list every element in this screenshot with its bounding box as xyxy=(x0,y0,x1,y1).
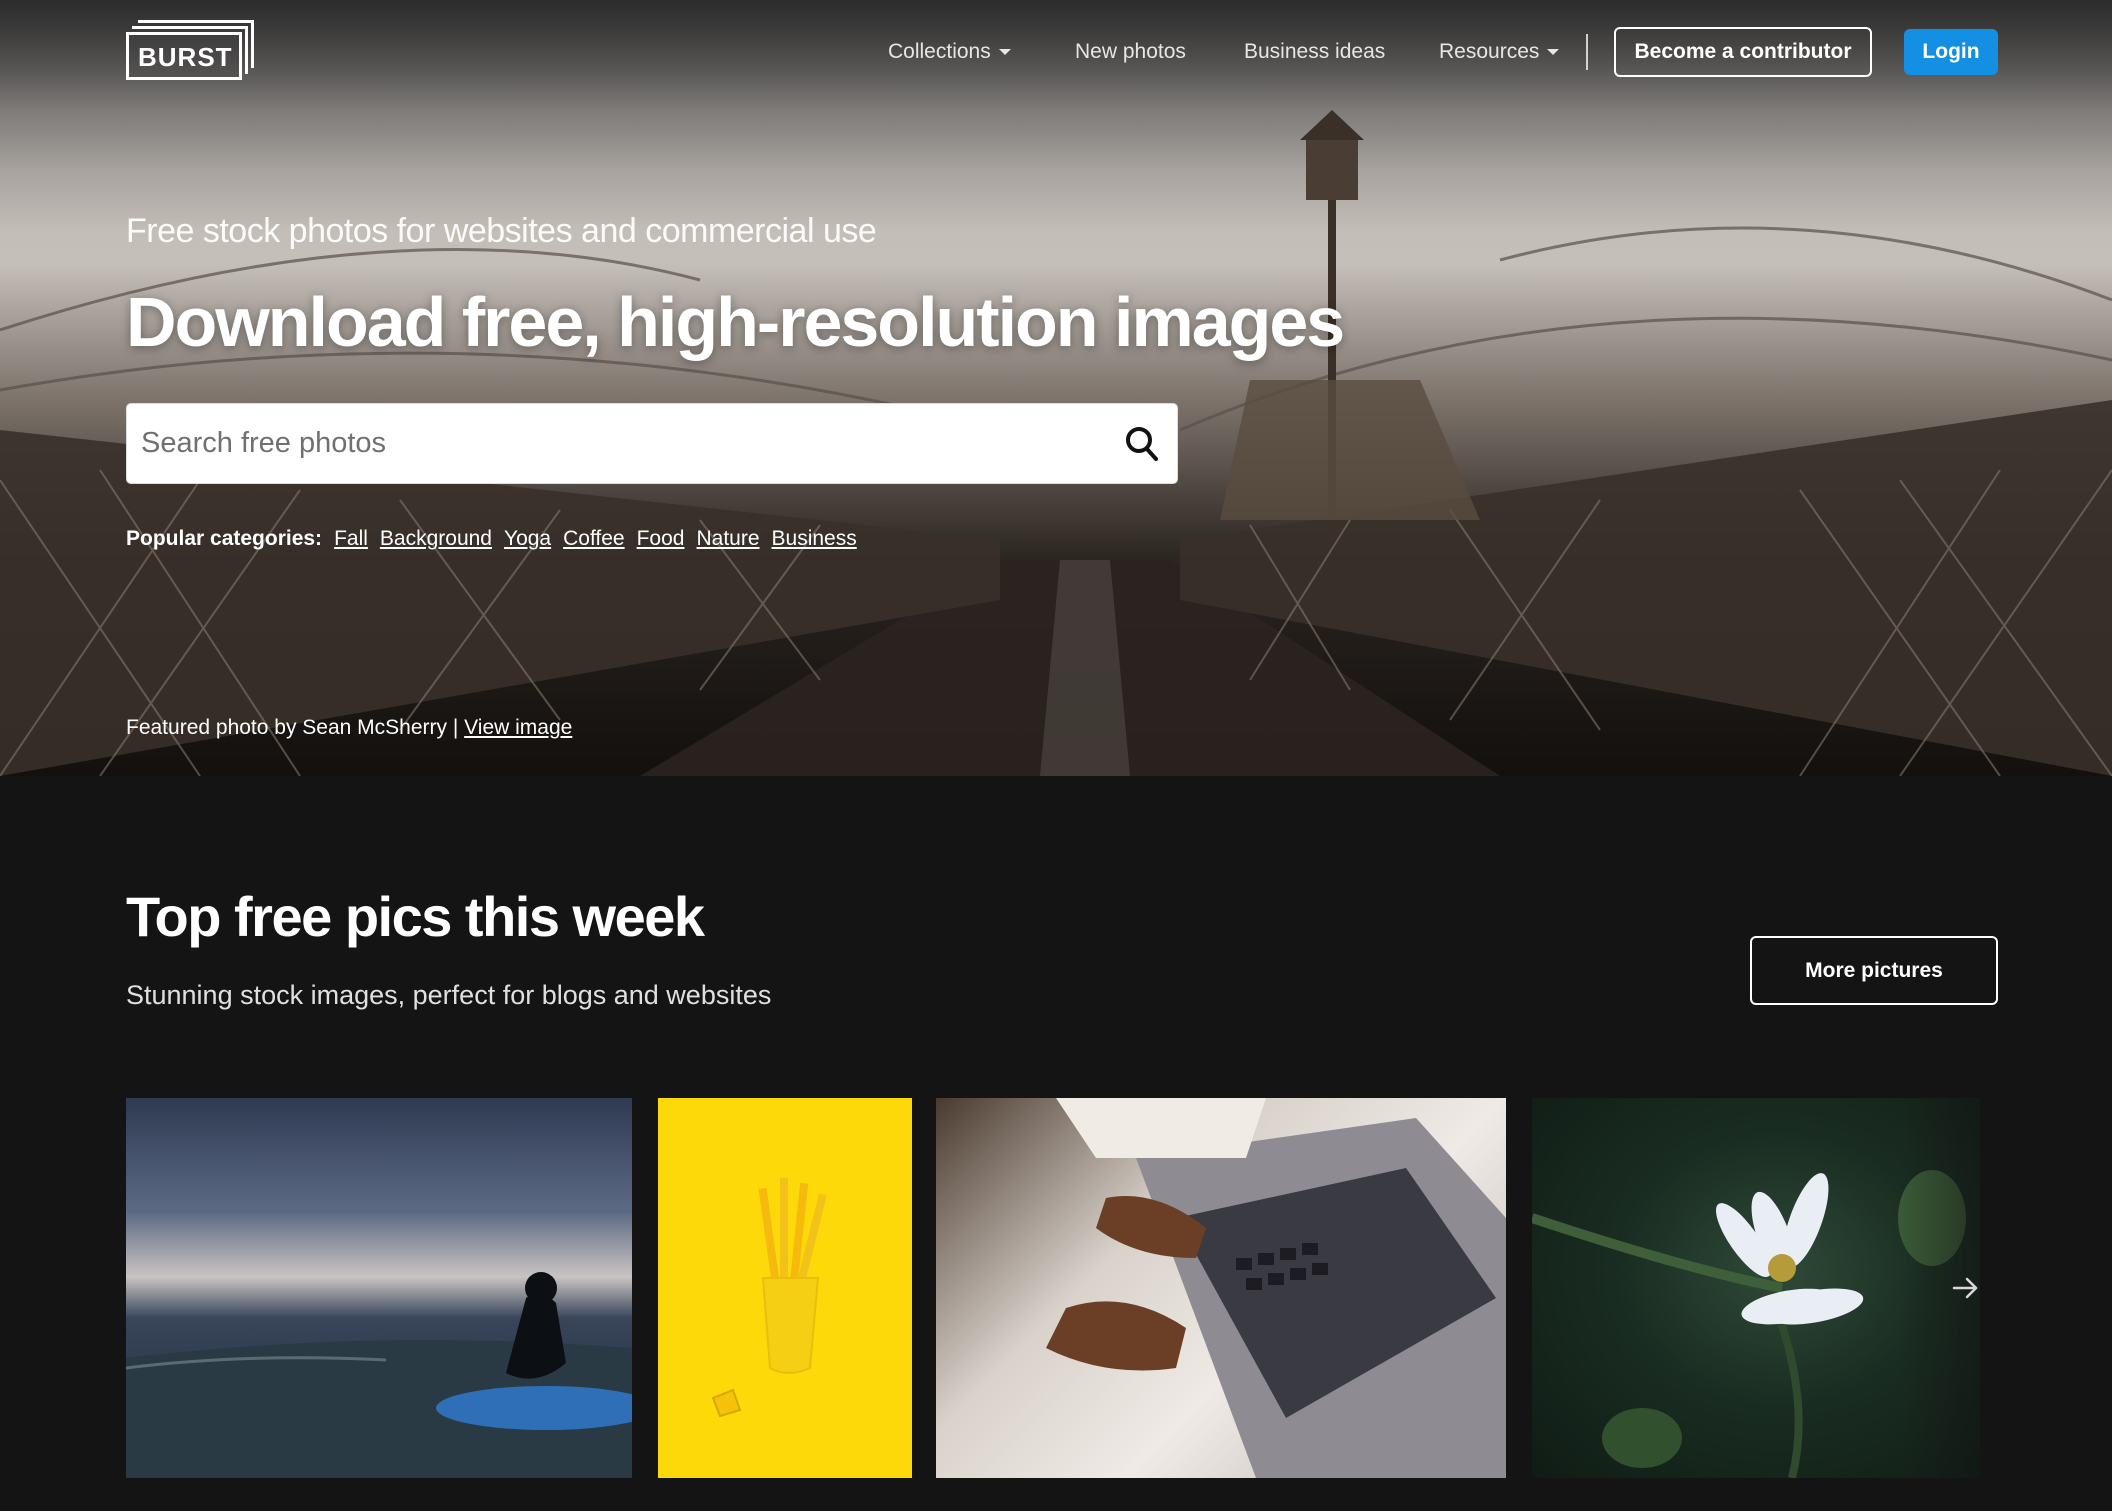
login-button[interactable]: Login xyxy=(1904,29,1998,75)
category-link-coffee[interactable]: Coffee xyxy=(563,527,625,551)
category-link-yoga[interactable]: Yoga xyxy=(504,527,551,551)
category-link-business[interactable]: Business xyxy=(772,527,857,551)
featured-credit-text: Featured photo by Sean McSherry | xyxy=(126,716,459,739)
section-title: Top free pics this week xyxy=(126,885,705,948)
category-link-background[interactable]: Background xyxy=(380,527,492,551)
category-link-fall[interactable]: Fall xyxy=(334,527,368,551)
nav-collections-label: Collections xyxy=(888,40,991,63)
nav-collections[interactable]: Collections xyxy=(888,36,1011,68)
chevron-down-icon xyxy=(1547,49,1560,55)
nav-divider xyxy=(1586,34,1588,70)
photo-card[interactable] xyxy=(936,1098,1506,1478)
surfer-photo xyxy=(126,1272,632,1478)
burst-logo[interactable]: BURST xyxy=(126,20,254,82)
section-subtitle: Stunning stock images, perfect for blogs… xyxy=(126,980,772,1010)
top-navigation: BURST Collections New photos Business id… xyxy=(0,0,2112,110)
hero-headline: Download free, high-resolution images xyxy=(126,283,1345,361)
category-link-nature[interactable]: Nature xyxy=(696,527,759,551)
arrow-right-icon[interactable] xyxy=(1950,1272,1982,1304)
search-icon[interactable] xyxy=(1125,426,1159,462)
logo-text: BURST xyxy=(138,42,233,72)
nav-resources-label: Resources xyxy=(1439,40,1540,63)
laptop-photo xyxy=(1046,1098,1506,1478)
pencils-photo xyxy=(711,1178,827,1418)
hero-tagline: Free stock photos for websites and comme… xyxy=(126,212,877,250)
view-image-link[interactable]: View image xyxy=(464,716,572,739)
photo-card[interactable] xyxy=(126,1098,632,1478)
category-link-food[interactable]: Food xyxy=(637,527,685,551)
search-input[interactable] xyxy=(141,404,1101,483)
featured-photo-credit: Featured photo by Sean McSherry | View i… xyxy=(126,716,572,740)
hero-background-photo xyxy=(0,110,2112,776)
photo-card[interactable] xyxy=(658,1098,912,1478)
nav-new-photos-label: New photos xyxy=(1075,40,1186,63)
hero-banner: BURST Collections New photos Business id… xyxy=(0,0,2112,776)
nav-new-photos[interactable]: New photos xyxy=(1075,36,1186,68)
nav-business-ideas-label: Business ideas xyxy=(1244,40,1386,63)
search-bar xyxy=(126,403,1178,484)
more-pictures-button[interactable]: More pictures xyxy=(1750,936,1998,1005)
chevron-down-icon xyxy=(998,49,1011,55)
popular-categories: Popular categories: Fall Background Yoga… xyxy=(126,527,869,551)
nav-resources[interactable]: Resources xyxy=(1439,36,1560,68)
popular-categories-label: Popular categories: xyxy=(126,527,323,550)
nav-business-ideas[interactable]: Business ideas xyxy=(1244,36,1385,68)
become-contributor-button[interactable]: Become a contributor xyxy=(1614,27,1872,77)
